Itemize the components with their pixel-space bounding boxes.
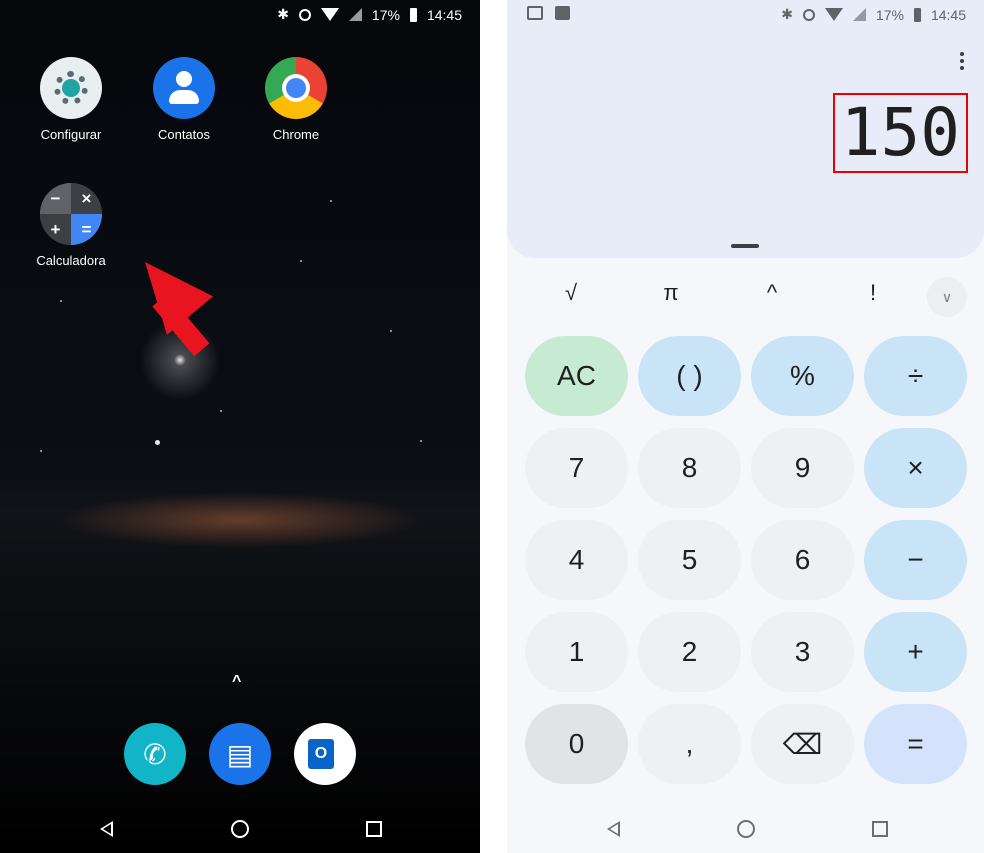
home-icon[interactable] [231, 820, 249, 838]
divider [480, 0, 507, 853]
app-drawer-chevron-up-icon[interactable]: ^ [232, 673, 241, 691]
app-label: Configurar [40, 127, 102, 142]
minus-symbol: − [40, 183, 71, 214]
recents-icon[interactable] [366, 821, 382, 837]
factorial-button[interactable]: ! [843, 280, 903, 306]
more-options-icon[interactable] [960, 52, 964, 70]
decimal-comma-button[interactable]: , [638, 704, 741, 784]
battery-percent: 17% [875, 6, 904, 23]
chrome-icon [265, 57, 327, 119]
navigation-bar [507, 803, 984, 853]
app-contatos[interactable]: Contatos [129, 57, 239, 142]
parentheses-button[interactable]: ( ) [638, 336, 741, 416]
app-label: Calculadora [36, 253, 106, 268]
settings-icon [40, 57, 102, 119]
expand-chevron-down-icon[interactable]: ∨ [927, 277, 967, 317]
do-not-disturb-icon [298, 8, 311, 21]
subtract-button[interactable]: − [864, 520, 967, 600]
signal-icon [852, 8, 866, 21]
clock: 14:45 [930, 6, 966, 23]
battery-icon [913, 7, 921, 22]
power-button[interactable]: ^ [742, 280, 802, 306]
digit-5-button[interactable]: 5 [638, 520, 741, 600]
digit-8-button[interactable]: 8 [638, 428, 741, 508]
clear-button[interactable]: AC [525, 336, 628, 416]
do-not-disturb-icon [802, 8, 815, 21]
times-symbol: × [71, 183, 102, 214]
calculator-icon: − × + = [40, 183, 102, 245]
home-screen: ✱ 17% 14:45 Configurar Contatos Chrome −… [0, 0, 480, 853]
app-label: Chrome [272, 127, 320, 142]
divide-button[interactable]: ÷ [864, 336, 967, 416]
backspace-icon[interactable]: ⌫ [751, 704, 854, 784]
digit-7-button[interactable]: 7 [525, 428, 628, 508]
equals-symbol: = [71, 214, 102, 245]
wifi-icon [320, 8, 339, 21]
app-configurar[interactable]: Configurar [16, 57, 126, 142]
digit-4-button[interactable]: 4 [525, 520, 628, 600]
digit-3-button[interactable]: 3 [751, 612, 854, 692]
digit-0-button[interactable]: 0 [525, 704, 628, 784]
drag-handle[interactable] [731, 244, 759, 248]
back-icon[interactable] [100, 821, 113, 837]
percent-button[interactable]: % [751, 336, 854, 416]
digit-6-button[interactable]: 6 [751, 520, 854, 600]
outlook-app[interactable]: O [294, 723, 356, 785]
digit-9-button[interactable]: 9 [751, 428, 854, 508]
bluetooth-icon: ✱ [781, 6, 793, 22]
image-notification-icon [555, 6, 570, 20]
outlook-icon: O [308, 739, 334, 769]
contacts-icon [153, 57, 215, 119]
back-icon[interactable] [607, 821, 620, 837]
recents-icon[interactable] [872, 821, 888, 837]
app-label: Contatos [157, 127, 211, 142]
sqrt-button[interactable]: √ [541, 280, 601, 306]
navigation-bar [0, 803, 480, 853]
result-display: 150 [832, 93, 968, 173]
battery-percent: 17% [371, 6, 400, 23]
pi-button[interactable]: π [641, 280, 701, 306]
messages-icon: ▤ [226, 738, 254, 770]
app-calculadora[interactable]: − × + = Calculadora [16, 183, 126, 268]
bluetooth-icon: ✱ [277, 6, 289, 22]
calculator-display: ✱ 17% 14:45 150 [507, 0, 984, 258]
add-button[interactable]: + [864, 612, 967, 692]
status-bar: ✱ 17% 14:45 [507, 0, 984, 28]
phone-icon: ✆ [143, 738, 167, 770]
wifi-icon [824, 8, 843, 21]
battery-icon [409, 7, 417, 22]
plus-symbol: + [40, 214, 71, 245]
signal-icon [348, 8, 362, 21]
home-icon[interactable] [737, 820, 755, 838]
digit-1-button[interactable]: 1 [525, 612, 628, 692]
multiply-button[interactable]: × [864, 428, 967, 508]
clock: 14:45 [426, 6, 462, 23]
annotation-arrow-icon [122, 242, 213, 335]
calculator-app: ✱ 17% 14:45 150 √ π ^ ! ∨ AC ( ) % ÷ 7 8… [507, 0, 984, 853]
app-chrome[interactable]: Chrome [241, 57, 351, 142]
equals-button[interactable]: = [864, 704, 967, 784]
outlook-notification-icon [527, 6, 543, 20]
status-bar: ✱ 17% 14:45 [0, 0, 480, 28]
digit-2-button[interactable]: 2 [638, 612, 741, 692]
messages-app[interactable]: ▤ [209, 723, 271, 785]
phone-app[interactable]: ✆ [124, 723, 186, 785]
